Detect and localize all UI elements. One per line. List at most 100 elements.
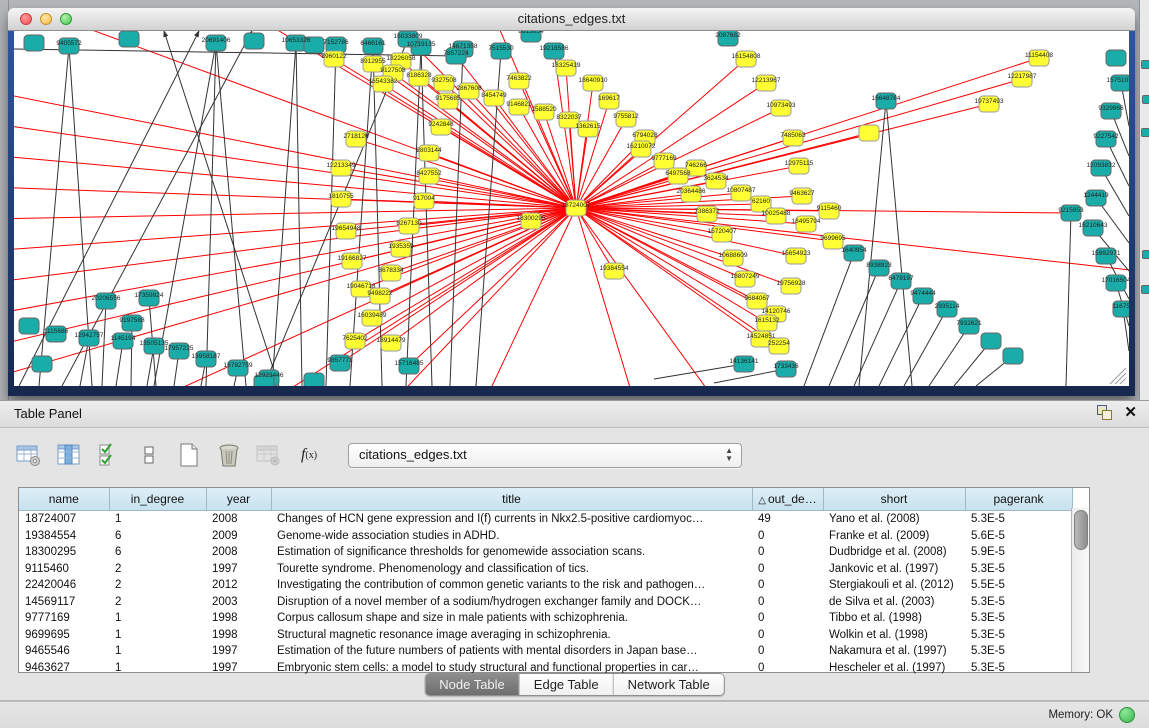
table-cell[interactable]: 19384554	[19, 528, 109, 545]
row-height-button[interactable]	[134, 441, 164, 469]
table-cell[interactable]: Corpus callosum shape and size in male p…	[271, 610, 752, 627]
table-cell[interactable]: 0	[752, 528, 823, 545]
table-selector-dropdown[interactable]: citations_edges.txt ▲▼	[348, 443, 742, 468]
table-cell[interactable]: Disruption of a novel member of a sodium…	[271, 594, 752, 611]
table-cell[interactable]: 9465546	[19, 643, 109, 660]
table-cell[interactable]: 6	[109, 544, 206, 561]
table-cell[interactable]: 2	[109, 577, 206, 594]
table-cell[interactable]: 1	[109, 511, 206, 528]
table-cell[interactable]: 5.3E-5	[965, 643, 1072, 660]
graph-node[interactable]	[24, 35, 44, 51]
citation-network-graph[interactable]: 9405572206914061065332671527866466161107…	[14, 31, 1129, 386]
table-cell[interactable]: Tourette syndrome. Phenomenology and cla…	[271, 561, 752, 578]
table-cell[interactable]: 6	[109, 528, 206, 545]
table-cell[interactable]: Estimation of significance thresholds fo…	[271, 544, 752, 561]
column-header-name[interactable]: name	[19, 488, 109, 511]
table-cell[interactable]: 5.3E-5	[965, 627, 1072, 644]
table-cell[interactable]: 9777169	[19, 610, 109, 627]
graph-node[interactable]	[981, 333, 1001, 349]
graph-node[interactable]	[119, 31, 139, 47]
create-table-button[interactable]	[174, 441, 204, 469]
table-row[interactable]: 1872400712008Changes of HCN gene express…	[19, 511, 1072, 528]
network-canvas[interactable]: 9405572206914061065332671527866466161107…	[8, 31, 1135, 396]
canvas-resize-grip[interactable]	[1120, 378, 1126, 384]
graph-node[interactable]	[1003, 348, 1023, 364]
column-header-title[interactable]: title	[271, 488, 752, 511]
select-columns-button[interactable]	[54, 441, 84, 469]
table-row[interactable]: 2242004622012Investigating the contribut…	[19, 577, 1072, 594]
column-header-in-degree[interactable]: in_degree	[109, 488, 206, 511]
table-row[interactable]: 911546021997Tourette syndrome. Phenomeno…	[19, 561, 1072, 578]
column-header-year[interactable]: year	[206, 488, 271, 511]
table-cell[interactable]: 0	[752, 627, 823, 644]
table-cell[interactable]: Nakamura et al. (1997)	[823, 643, 965, 660]
table-cell[interactable]: 5.6E-5	[965, 528, 1072, 545]
table-cell[interactable]: 2008	[206, 544, 271, 561]
tab-edge-table[interactable]: Edge Table	[519, 674, 613, 695]
window-titlebar[interactable]: citations_edges.txt	[8, 8, 1135, 31]
table-cell[interactable]: 1	[109, 660, 206, 677]
table-scrollbar-thumb[interactable]	[1074, 510, 1088, 550]
table-row[interactable]: 977716911998Corpus callosum shape and si…	[19, 610, 1072, 627]
table-cell[interactable]: 0	[752, 610, 823, 627]
table-cell[interactable]: 1997	[206, 561, 271, 578]
table-cell[interactable]: 1997	[206, 643, 271, 660]
graph-node[interactable]	[304, 373, 324, 386]
table-cell[interactable]: 49	[752, 511, 823, 528]
graph-node[interactable]	[859, 125, 879, 141]
canvas-resize-grip[interactable]	[1115, 373, 1126, 384]
select-rows-button[interactable]	[94, 441, 124, 469]
table-cell[interactable]: Genome-wide association studies in ADHD.	[271, 528, 752, 545]
table-cell[interactable]: Jankovic et al. (1997)	[823, 561, 965, 578]
table-cell[interactable]: 1998	[206, 610, 271, 627]
table-cell[interactable]: 2009	[206, 528, 271, 545]
table-cell[interactable]: Hescheler et al. (1997)	[823, 660, 965, 677]
table-cell[interactable]: de Silva et al. (2003)	[823, 594, 965, 611]
table-cell[interactable]: Franke et al. (2009)	[823, 528, 965, 545]
table-cell[interactable]: 0	[752, 544, 823, 561]
table-row[interactable]: 969969511998Structural magnetic resonanc…	[19, 627, 1072, 644]
table-scrollbar[interactable]	[1071, 508, 1089, 672]
table-cell[interactable]: 5.3E-5	[965, 660, 1072, 677]
graph-node[interactable]	[19, 318, 39, 334]
table-cell[interactable]: 0	[752, 561, 823, 578]
memory-status-icon[interactable]	[1119, 707, 1135, 723]
table-cell[interactable]: 18724007	[19, 511, 109, 528]
table-cell[interactable]: 9463627	[19, 660, 109, 677]
table-cell[interactable]: 14569117	[19, 594, 109, 611]
table-cell[interactable]: 1	[109, 643, 206, 660]
tab-node-table[interactable]: Node Table	[425, 674, 519, 695]
table-cell[interactable]: 2	[109, 594, 206, 611]
table-cell[interactable]: 1997	[206, 660, 271, 677]
column-header-short[interactable]: short	[823, 488, 965, 511]
table-cell[interactable]: 0	[752, 643, 823, 660]
table-cell[interactable]: Changes of HCN gene expression and I(f) …	[271, 511, 752, 528]
table-cell[interactable]: 2008	[206, 511, 271, 528]
table-cell[interactable]: 1998	[206, 627, 271, 644]
table-row[interactable]: 1456911722003Disruption of a novel membe…	[19, 594, 1072, 611]
table-row[interactable]: 1938455462009Genome-wide association stu…	[19, 528, 1072, 545]
table-cell[interactable]: Yano et al. (2008)	[823, 511, 965, 528]
delete-table-button[interactable]	[214, 441, 244, 469]
table-cell[interactable]: 5.3E-5	[965, 594, 1072, 611]
table-cell[interactable]: 5.9E-5	[965, 544, 1072, 561]
table-cell[interactable]: Stergiakouli et al. (2012)	[823, 577, 965, 594]
close-panel-icon[interactable]: ✕	[1124, 405, 1137, 420]
graph-node[interactable]	[32, 356, 52, 372]
float-panel-icon[interactable]	[1097, 405, 1112, 420]
graph-node[interactable]	[1106, 50, 1126, 66]
table-cell[interactable]: 9115460	[19, 561, 109, 578]
table-cell[interactable]: Tibbo et al. (1998)	[823, 610, 965, 627]
table-cell[interactable]: 2003	[206, 594, 271, 611]
table-cell[interactable]: Wolkin et al. (1998)	[823, 627, 965, 644]
graph-node[interactable]	[244, 33, 264, 49]
table-cell[interactable]: 5.3E-5	[965, 511, 1072, 528]
table-cell[interactable]: 22420046	[19, 577, 109, 594]
table-cell[interactable]: Estimation of the future numbers of pati…	[271, 643, 752, 660]
function-builder-button[interactable]: f(x)	[294, 441, 324, 469]
table-cell[interactable]: 9699695	[19, 627, 109, 644]
table-cell[interactable]: 2012	[206, 577, 271, 594]
table-cell[interactable]: 1	[109, 627, 206, 644]
table-cell[interactable]: 2	[109, 561, 206, 578]
column-header-out-degree[interactable]: △out_de…	[752, 488, 823, 511]
